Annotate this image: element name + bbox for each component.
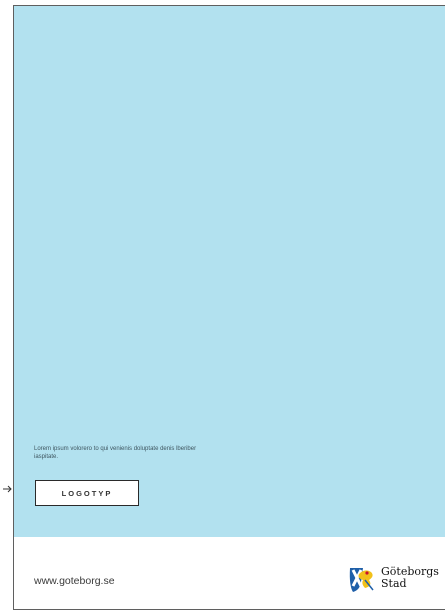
website-url: www.goteborg.se	[34, 575, 115, 587]
brand-logo: Göteborgs Stad	[347, 561, 445, 597]
color-panel: Lorem ipsum volorero to qui venienis dol…	[14, 6, 445, 537]
arrow-right-icon	[3, 485, 12, 493]
document-page: Lorem ipsum volorero to qui venienis dol…	[13, 5, 445, 610]
logo-placeholder-label: LOGOTYP	[61, 488, 113, 498]
body-text: Lorem ipsum volorero to qui venienis dol…	[34, 446, 197, 460]
goteborg-coat-of-arms-icon	[349, 568, 374, 592]
brand-name: Göteborgs Stad	[381, 566, 439, 590]
logo-placeholder-box: LOGOTYP	[35, 480, 139, 506]
brand-name-line2: Stad	[381, 577, 407, 590]
